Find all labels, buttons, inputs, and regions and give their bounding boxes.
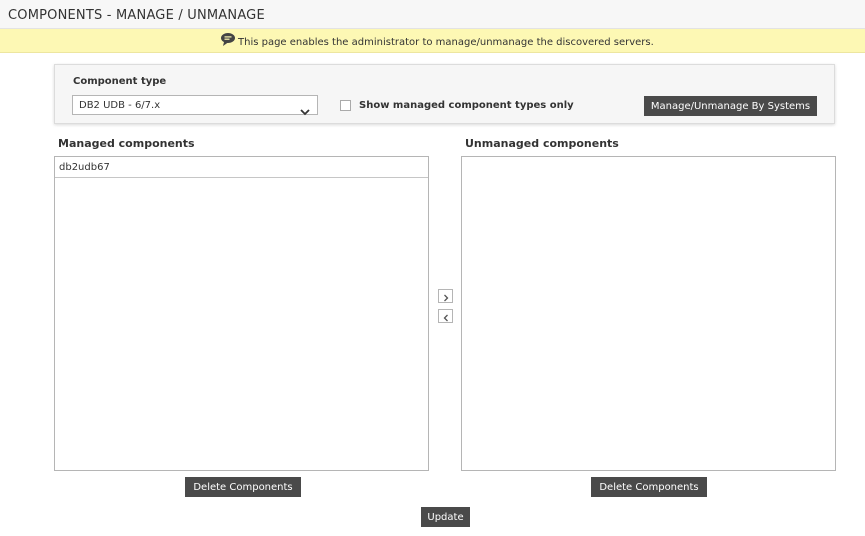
managed-components-list[interactable]: db2udb67 xyxy=(54,156,429,471)
filter-panel: Component type DB2 UDB - 6/7.x Show mana… xyxy=(54,64,835,124)
show-managed-checkbox[interactable] xyxy=(340,100,351,111)
chevron-right-icon xyxy=(442,287,450,306)
managed-components-title: Managed components xyxy=(58,137,195,150)
component-type-select[interactable]: DB2 UDB - 6/7.x xyxy=(72,95,318,116)
chat-bubble-icon xyxy=(220,32,236,47)
show-managed-label: Show managed component types only xyxy=(359,100,574,111)
manage-by-systems-button[interactable]: Manage/Unmanage By Systems xyxy=(644,96,817,116)
delete-managed-components-button[interactable]: Delete Components xyxy=(185,477,301,497)
component-type-label: Component type xyxy=(73,76,167,87)
move-to-managed-button[interactable] xyxy=(438,309,453,323)
chevron-down-icon xyxy=(300,101,310,116)
list-item[interactable]: db2udb67 xyxy=(55,157,428,178)
unmanaged-components-list[interactable] xyxy=(461,156,836,471)
component-type-value: DB2 UDB - 6/7.x xyxy=(79,100,161,111)
delete-unmanaged-components-button[interactable]: Delete Components xyxy=(591,477,707,497)
update-button[interactable]: Update xyxy=(421,507,470,527)
chevron-left-icon xyxy=(442,307,450,326)
page-title: COMPONENTS - MANAGE / UNMANAGE xyxy=(8,8,265,23)
move-to-unmanaged-button[interactable] xyxy=(438,289,453,303)
unmanaged-components-title: Unmanaged components xyxy=(465,137,619,150)
info-bar: This page enables the administrator to m… xyxy=(0,29,865,53)
info-message: This page enables the administrator to m… xyxy=(238,37,654,48)
page-header: COMPONENTS - MANAGE / UNMANAGE xyxy=(0,0,865,29)
